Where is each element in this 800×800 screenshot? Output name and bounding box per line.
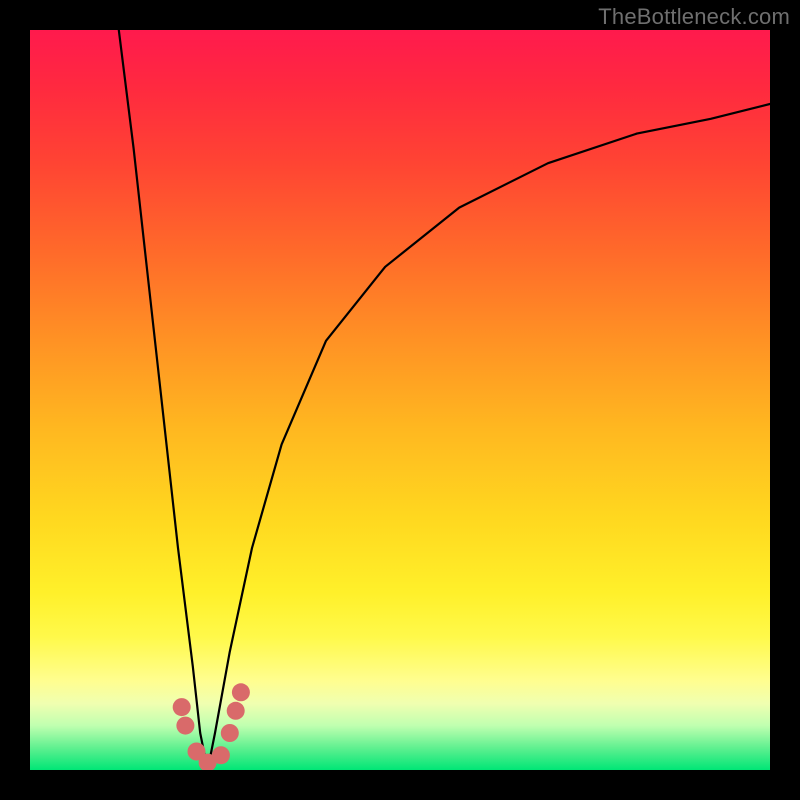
data-marker [232, 683, 250, 701]
marker-group [173, 683, 250, 770]
data-marker [176, 717, 194, 735]
curve-layer [30, 30, 770, 770]
data-marker [221, 724, 239, 742]
data-marker [227, 702, 245, 720]
data-marker [212, 746, 230, 764]
plot-area [30, 30, 770, 770]
data-marker [173, 698, 191, 716]
chart-frame: TheBottleneck.com [0, 0, 800, 800]
watermark-text: TheBottleneck.com [598, 4, 790, 30]
curve-left-branch [119, 30, 208, 770]
curve-right-branch [208, 104, 770, 770]
